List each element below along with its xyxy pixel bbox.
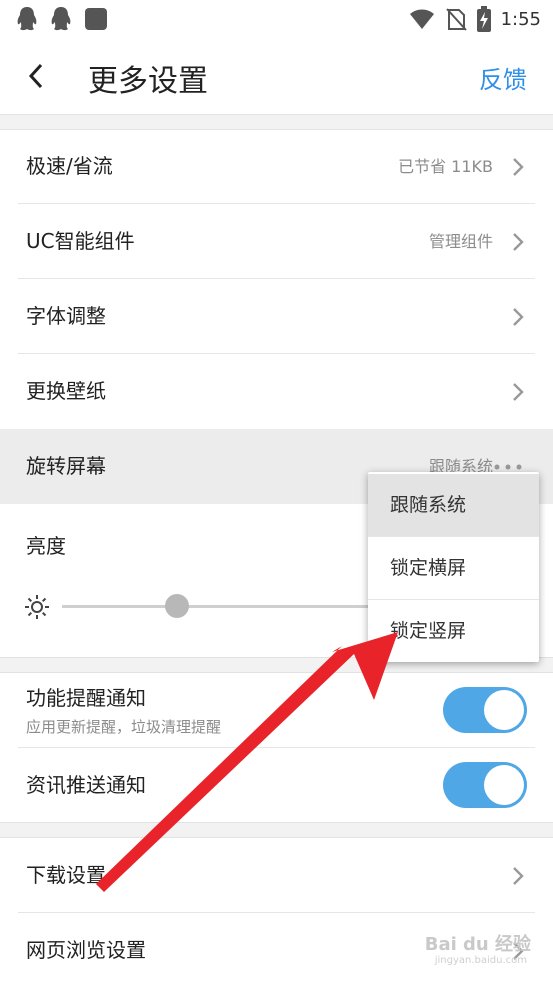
watermark-logo: Bai du 经验 (424, 934, 531, 955)
annotation-arrow (96, 632, 398, 892)
watermark-url: jingyan.baidu.com (434, 955, 527, 966)
